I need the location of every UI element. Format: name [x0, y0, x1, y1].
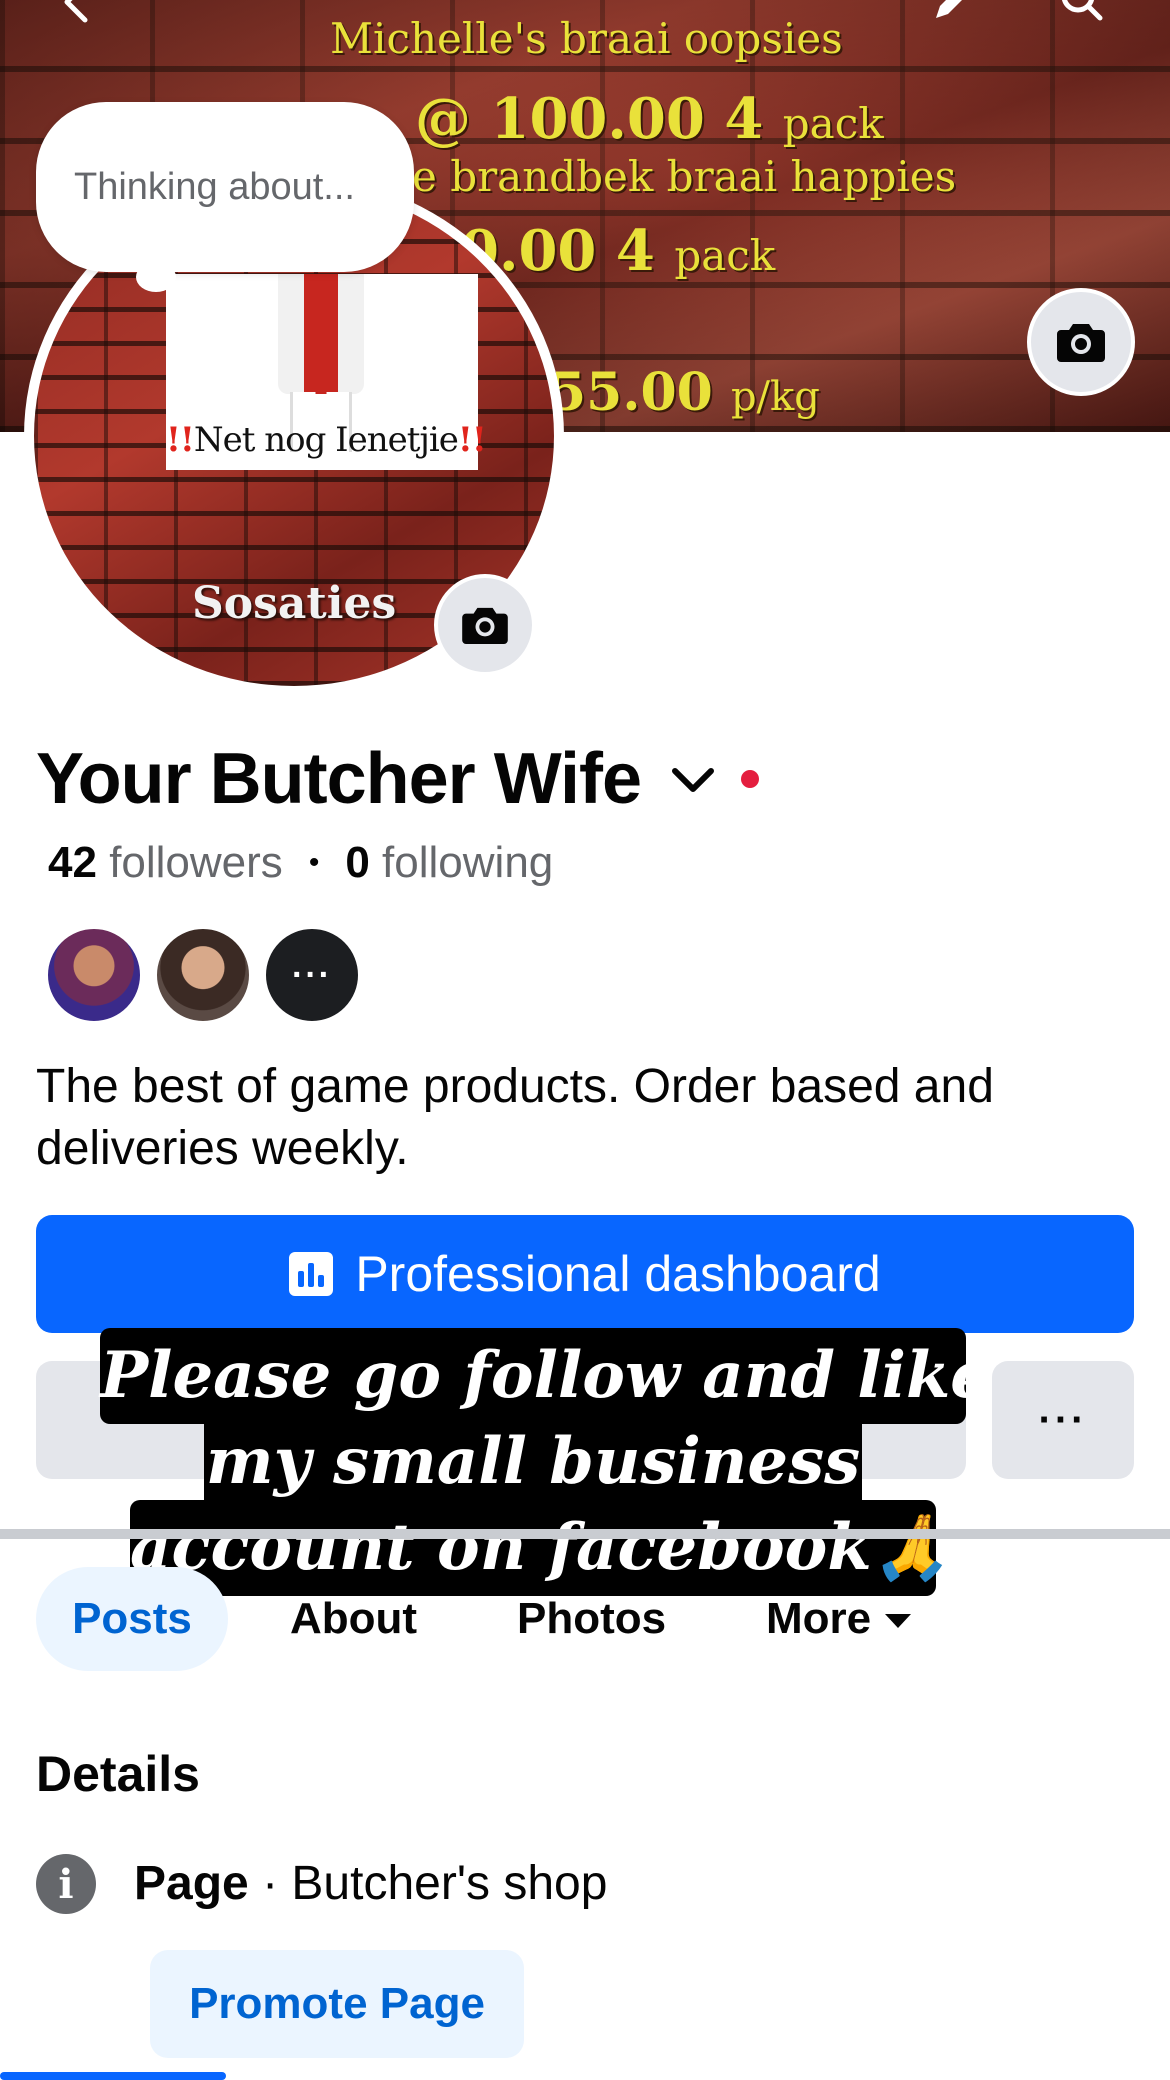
- page-category: Butcher's shop: [291, 1857, 608, 1910]
- tab-posts[interactable]: Posts: [36, 1567, 228, 1671]
- section-divider: [0, 1529, 1170, 1539]
- info-icon: i: [36, 1854, 96, 1914]
- caption-line-2: my small business: [204, 1414, 862, 1510]
- professional-dashboard-button[interactable]: Professional dashboard: [36, 1215, 1134, 1333]
- tab-photos[interactable]: Photos: [517, 1567, 666, 1671]
- stats-separator: •: [308, 846, 320, 879]
- page-label: Page: [134, 1857, 249, 1910]
- thought-bubble[interactable]: Thinking about...: [36, 102, 414, 272]
- camera-icon: [462, 607, 508, 644]
- chevron-down-icon[interactable]: [669, 755, 717, 803]
- tab-more[interactable]: More: [766, 1567, 912, 1671]
- scroll-indicator: [0, 2072, 226, 2080]
- thought-bubble-text: Thinking about...: [74, 165, 355, 208]
- cover-line-3: e brandbek braai happies: [412, 152, 957, 201]
- caret-down-icon: [885, 1614, 912, 1628]
- promote-page-button[interactable]: Promote Page: [150, 1950, 524, 2058]
- tab-more-label: More: [766, 1594, 872, 1643]
- cover-line-4: 0.00 4 pack: [460, 218, 776, 284]
- followers-count[interactable]: 42: [48, 838, 97, 888]
- thought-bubble-tail: [136, 262, 176, 292]
- avatar-camera-button[interactable]: [434, 574, 536, 676]
- friend-avatar[interactable]: [154, 926, 252, 1024]
- details-heading: Details: [36, 1746, 200, 1802]
- avatar-sosaties-text: Sosaties: [192, 578, 397, 629]
- friends-more-button[interactable]: ···: [263, 926, 361, 1024]
- avatar-card: !!Net nog Ienetjie!!: [166, 274, 487, 470]
- profile-name-row[interactable]: Your Butcher Wife: [36, 738, 760, 820]
- cover-camera-button[interactable]: [1027, 288, 1135, 396]
- camera-icon: [1057, 324, 1105, 362]
- page-bio: The best of game products. Order based a…: [36, 1060, 994, 1175]
- cover-line-1: Michelle's braai oopsies: [330, 14, 843, 63]
- professional-dashboard-label: Professional dashboard: [355, 1246, 881, 1302]
- following-label[interactable]: following: [382, 838, 553, 888]
- follow-stats: 42 followers • 0 following: [48, 838, 553, 888]
- caption-line-1: Please go follow and like: [100, 1328, 991, 1424]
- friend-avatar[interactable]: [45, 926, 143, 1024]
- more-options-button[interactable]: ···: [992, 1361, 1134, 1479]
- cover-line-2: @ 100.00 4 pack: [415, 86, 884, 152]
- page-category-separator: ·: [248, 1857, 292, 1910]
- following-count[interactable]: 0: [345, 838, 369, 888]
- page-title: Your Butcher Wife: [36, 739, 642, 819]
- edit-pencil-icon[interactable]: [930, 0, 974, 24]
- butcher-figure: [278, 274, 364, 394]
- avatar-banner: !!Net nog Ienetjie!!: [166, 420, 487, 460]
- back-arrow-icon[interactable]: [55, 0, 99, 24]
- tab-about[interactable]: About: [290, 1567, 417, 1671]
- search-icon[interactable]: [1060, 0, 1104, 24]
- cover-line-5: 55.00 p/kg: [550, 362, 820, 423]
- bar-chart-icon: [289, 1252, 334, 1296]
- followers-label[interactable]: followers: [109, 838, 283, 888]
- notification-dot: [741, 770, 760, 788]
- page-category-row: Page · Butcher's shop: [134, 1856, 607, 1911]
- thought-bubble-tail-small: [170, 294, 190, 310]
